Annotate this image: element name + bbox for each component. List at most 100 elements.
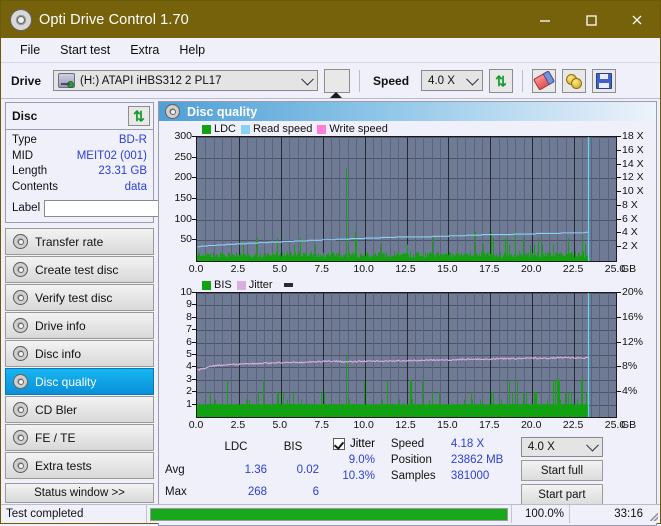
stats-row-max-bis: 6 bbox=[267, 486, 319, 498]
toolbar-separator bbox=[359, 70, 360, 92]
sidebar-item-extra-tests[interactable]: Extra tests bbox=[5, 452, 154, 479]
menu-item-start-test[interactable]: Start test bbox=[50, 40, 120, 60]
jitter-checkbox[interactable] bbox=[333, 438, 345, 450]
sidebar-item-disc-quality[interactable]: Disc quality bbox=[5, 368, 154, 395]
y2-tick bbox=[617, 366, 621, 367]
y2-tick bbox=[617, 150, 621, 151]
bis-plot-svg bbox=[197, 293, 616, 417]
toolbar-speed-select[interactable]: 4.0 X bbox=[421, 70, 483, 91]
sidebar-item-label: FE / TE bbox=[35, 431, 75, 445]
refresh-button[interactable]: ⇅ bbox=[489, 69, 513, 93]
disc-row-contents-value: data bbox=[125, 180, 147, 196]
stats-col-bis: BIS bbox=[267, 441, 319, 454]
legend-label-write-speed: Write speed bbox=[329, 123, 388, 135]
x-tick-label: 5.0 bbox=[272, 263, 287, 275]
save-button[interactable] bbox=[592, 69, 616, 93]
eject-button[interactable] bbox=[324, 69, 350, 93]
y-tick-label: 200 bbox=[174, 171, 192, 183]
drive-select-value: (H:) ATAPI iHBS312 2 PL17 bbox=[80, 75, 221, 87]
legend-swatch-jitter bbox=[237, 281, 246, 290]
y2-tick-label: 16 X bbox=[622, 144, 644, 156]
legend-label-ldc: LDC bbox=[214, 123, 236, 135]
disc-row-length-value: 23.31 GB bbox=[98, 164, 147, 180]
x-tick-label: 20.0 bbox=[521, 263, 541, 275]
y2-tick bbox=[617, 205, 621, 206]
y2-tick-label: 18 X bbox=[622, 130, 644, 142]
readout-samples-value: 381000 bbox=[451, 468, 513, 484]
speed-label: Speed bbox=[373, 74, 409, 88]
y2-tick bbox=[617, 164, 621, 165]
sidebar-item-label: Drive info bbox=[35, 319, 86, 333]
start-full-button[interactable]: Start full bbox=[521, 460, 603, 481]
jitter-label: Jitter bbox=[350, 438, 375, 450]
application-window: Opti Drive Control 1.70 File Start test … bbox=[0, 0, 661, 524]
resize-grip[interactable] bbox=[648, 505, 660, 523]
disc-icon bbox=[13, 346, 28, 361]
legend-item-bis: BIS bbox=[202, 279, 232, 291]
sidebar-item-cd-bler[interactable]: CD Bler bbox=[5, 396, 154, 423]
disc-row-contents-key: Contents bbox=[12, 180, 58, 196]
x-tick-label: 22.5 bbox=[563, 419, 583, 431]
menu-item-extra[interactable]: Extra bbox=[120, 40, 169, 60]
bis-y-axis-right: 20%16%12%8%4% bbox=[617, 292, 653, 418]
x-tick-label: 10.0 bbox=[353, 263, 373, 275]
disc-icon bbox=[13, 430, 28, 445]
erase-button[interactable] bbox=[532, 69, 556, 93]
ldc-y-axis-right: 18 X16 X14 X12 X10 X8 X6 X4 X2 X bbox=[617, 136, 653, 262]
disc-label-row: Label bbox=[12, 198, 147, 218]
sidebar-item-disc-info[interactable]: Disc info bbox=[5, 340, 154, 367]
status-message: Test completed bbox=[1, 505, 147, 523]
main-body: Disc ⇅ Type BD-R MID MEIT02 (001) bbox=[1, 99, 660, 526]
sidebar-item-fe-te[interactable]: FE / TE bbox=[5, 424, 154, 451]
progress-fill bbox=[151, 509, 507, 520]
gold-discs-button[interactable] bbox=[562, 69, 586, 93]
disc-panel-title: Disc bbox=[12, 109, 37, 123]
toolbar-speed-value: 4.0 X bbox=[428, 75, 455, 87]
readout-position-label: Position bbox=[391, 452, 451, 468]
disc-panel: Disc ⇅ Type BD-R MID MEIT02 (001) bbox=[5, 102, 154, 223]
x-tick-label: 7.5 bbox=[314, 263, 329, 275]
status-window-button[interactable]: Status window >> bbox=[5, 483, 154, 503]
drive-select[interactable]: (H:) ATAPI iHBS312 2 PL17 bbox=[53, 70, 318, 91]
sidebar-item-drive-info[interactable]: Drive info bbox=[5, 312, 154, 339]
y-tick-label: 10 bbox=[180, 286, 192, 298]
disc-row-type: Type BD-R bbox=[12, 133, 147, 149]
ldc-legend: LDC Read speed Write speed bbox=[162, 122, 653, 136]
x-tick-label: 17.5 bbox=[479, 263, 499, 275]
legend-swatch-write-speed bbox=[317, 125, 326, 134]
toolbar: Drive (H:) ATAPI iHBS312 2 PL17 Speed 4.… bbox=[1, 63, 660, 99]
menu-item-file[interactable]: File bbox=[10, 40, 50, 60]
legend-item-read-speed: Read speed bbox=[241, 123, 312, 135]
toolbar-separator bbox=[522, 70, 523, 92]
ldc-x-axis: 0.02.55.07.510.012.515.017.520.022.525.0… bbox=[162, 262, 653, 277]
stats-row-max-label: Max bbox=[165, 486, 205, 498]
y2-tick-label: 6 X bbox=[622, 213, 638, 225]
y2-tick-label: 16% bbox=[622, 311, 643, 323]
legend-swatch-read-speed bbox=[241, 125, 250, 134]
disc-refresh-button[interactable]: ⇅ bbox=[128, 106, 150, 126]
sidebar-item-verify-test-disc[interactable]: Verify test disc bbox=[5, 284, 154, 311]
x-tick-label: 2.5 bbox=[231, 263, 246, 275]
sidebar-item-create-test-disc[interactable]: Create test disc bbox=[5, 256, 154, 283]
close-button[interactable] bbox=[614, 1, 660, 38]
menu-item-help[interactable]: Help bbox=[169, 40, 215, 60]
eraser-icon bbox=[533, 70, 555, 90]
minimize-button[interactable] bbox=[522, 1, 568, 38]
y2-tick-label: 4 X bbox=[622, 226, 638, 238]
stats-row-avg-ldc: 1.36 bbox=[205, 464, 267, 476]
test-speed-select[interactable]: 4.0 X bbox=[521, 437, 603, 457]
x-tick-label: 0.0 bbox=[189, 263, 204, 275]
disc-icon bbox=[13, 402, 28, 417]
y2-tick bbox=[617, 136, 621, 137]
sidebar-item-transfer-rate[interactable]: Transfer rate bbox=[5, 228, 154, 255]
maximize-button[interactable] bbox=[568, 1, 614, 38]
window-controls bbox=[522, 1, 660, 38]
jitter-checkbox-row[interactable]: Jitter bbox=[333, 436, 375, 452]
progress-bar bbox=[150, 508, 508, 521]
disc-icon bbox=[13, 290, 28, 305]
app-disc-icon bbox=[10, 9, 32, 31]
start-part-button[interactable]: Start part bbox=[521, 484, 603, 505]
y2-tick-label: 20% bbox=[622, 286, 643, 298]
y2-tick bbox=[617, 246, 621, 247]
x-axis-unit: GB bbox=[621, 263, 636, 275]
